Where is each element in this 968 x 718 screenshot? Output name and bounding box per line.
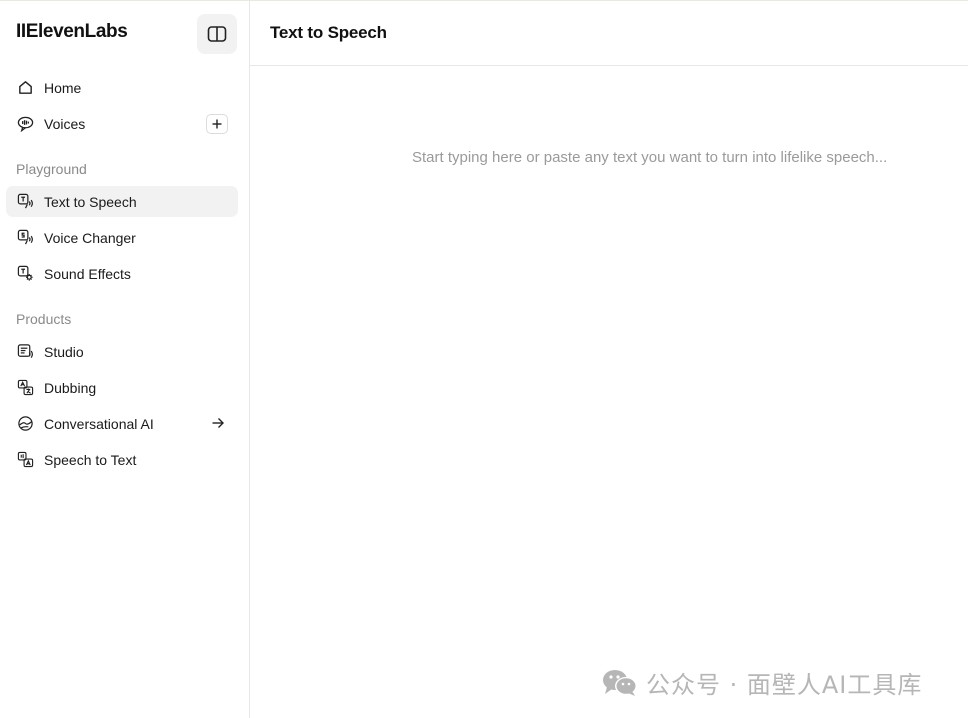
sidebar-toggle-icon xyxy=(207,26,227,42)
watermark: 公众号 · 面壁人AI工具库 xyxy=(602,665,922,700)
speech-to-text-icon xyxy=(16,451,34,469)
sidebar-item-label: Studio xyxy=(44,343,84,360)
sidebar: IIElevenLabs Home Voices Playground Text… xyxy=(0,1,250,718)
home-icon xyxy=(16,79,34,97)
sidebar-item-home[interactable]: Home xyxy=(6,72,238,103)
text-to-speech-icon xyxy=(16,193,34,211)
studio-icon xyxy=(16,343,34,361)
sidebar-item-label: Sound Effects xyxy=(44,265,131,282)
conversational-ai-icon xyxy=(16,415,34,433)
sidebar-item-label: Conversational AI xyxy=(44,415,154,432)
arrow-right-icon xyxy=(212,418,224,428)
sidebar-item-label: Speech to Text xyxy=(44,451,137,468)
sidebar-item-voice-changer[interactable]: Voice Changer xyxy=(6,222,238,253)
main-panel: Text to Speech Start typing here or past… xyxy=(250,1,968,718)
app-window: IIElevenLabs Home Voices Playground Text… xyxy=(0,0,968,718)
sidebar-item-label: Text to Speech xyxy=(44,193,137,210)
sidebar-item-voices[interactable]: Voices xyxy=(6,108,238,139)
page-header: Text to Speech xyxy=(250,1,968,66)
sidebar-item-label: Voice Changer xyxy=(44,229,136,246)
text-input-area[interactable]: Start typing here or paste any text you … xyxy=(412,149,968,166)
dubbing-icon xyxy=(16,379,34,397)
sidebar-item-conversational-ai[interactable]: Conversational AI xyxy=(6,408,238,439)
conversational-ai-link-button[interactable] xyxy=(210,415,226,431)
sidebar-item-label: Home xyxy=(44,79,82,96)
watermark-text: 公众号 · 面壁人AI工具库 xyxy=(646,671,923,699)
sidebar-toggle-button[interactable] xyxy=(197,14,237,54)
section-label-products: Products xyxy=(16,311,72,327)
sidebar-item-label: Dubbing xyxy=(44,379,97,396)
sidebar-item-dubbing[interactable]: Dubbing xyxy=(6,372,238,403)
page-title: Text to Speech xyxy=(270,23,387,42)
logo: IIElevenLabs xyxy=(16,21,128,42)
sound-effects-icon xyxy=(16,265,34,283)
sidebar-item-speech-to-text[interactable]: Speech to Text xyxy=(6,444,238,475)
sidebar-item-text-to-speech[interactable]: Text to Speech xyxy=(6,186,238,217)
voices-icon xyxy=(16,115,34,133)
sidebar-item-studio[interactable]: Studio xyxy=(6,336,238,367)
voice-changer-icon xyxy=(16,229,34,247)
plus-icon xyxy=(212,119,222,129)
sidebar-item-label: Voices xyxy=(44,115,86,132)
sidebar-item-sound-effects[interactable]: Sound Effects xyxy=(6,258,238,289)
wechat-icon xyxy=(602,669,638,697)
add-voice-button[interactable] xyxy=(206,114,228,134)
section-label-playground: Playground xyxy=(16,161,87,177)
